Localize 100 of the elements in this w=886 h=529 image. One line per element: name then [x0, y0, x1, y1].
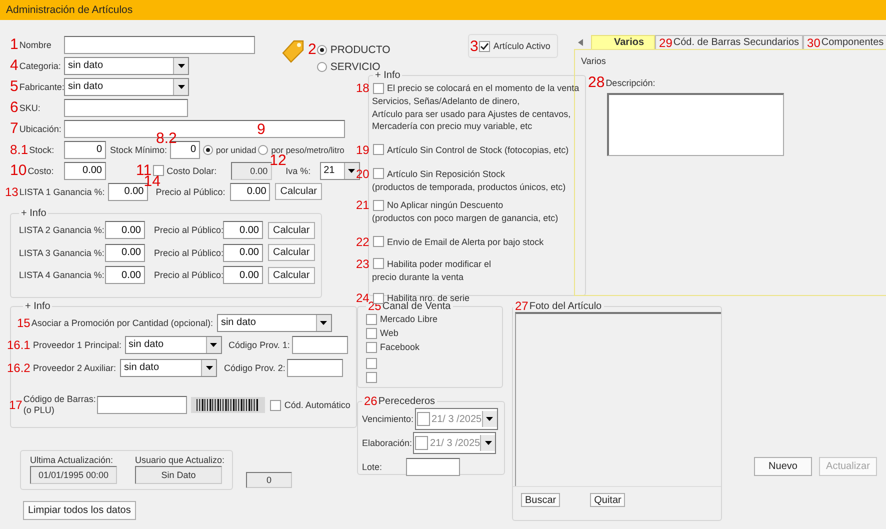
checkbox[interactable]: [373, 200, 384, 210]
checkbox[interactable]: [415, 436, 428, 450]
field-label: Proveedor 1 Principal:: [33, 340, 122, 350]
clear-all-button[interactable]: Limpiar todos los datos: [23, 501, 136, 520]
checkbox[interactable]: [366, 328, 377, 338]
annotation-number: 16.2: [7, 362, 32, 374]
caret-icon: [178, 84, 184, 88]
field-label: Stock Mínimo:: [110, 144, 168, 154]
radio-button[interactable]: [317, 44, 328, 54]
field-label: Costo:: [28, 166, 54, 176]
annotation-number: 16.1: [7, 338, 32, 350]
annotation-number: 23: [356, 258, 370, 270]
field-label: LISTA 2 Ganancia %:: [19, 225, 105, 236]
sku-field[interactable]: [64, 98, 188, 116]
annotation-number: 1: [10, 37, 18, 52]
group-title: + Info: [375, 70, 400, 81]
radio-label: por unidad: [216, 144, 256, 154]
supplier-dropdown[interactable]: sin dato: [124, 336, 222, 354]
caret-icon: [348, 168, 356, 172]
field-label: Usuario que Actualizo:: [135, 455, 222, 465]
checkbox[interactable]: [373, 168, 384, 179]
category-dropdown[interactable]: sin dato: [64, 56, 189, 74]
supplier-code-field[interactable]: [292, 336, 348, 354]
tab[interactable]: Varios: [591, 35, 656, 49]
panel-title: Varios: [581, 56, 606, 66]
action-button[interactable]: Nuevo: [754, 457, 812, 476]
annotation-number: 6: [10, 100, 18, 115]
calculate-button[interactable]: Calcular: [268, 222, 315, 239]
promotion-dropdown[interactable]: sin dato: [216, 314, 332, 332]
checkbox[interactable]: [373, 144, 384, 155]
field-label: LISTA 3 Ganancia %:: [19, 248, 105, 258]
price-field[interactable]: 0.00: [223, 221, 263, 240]
supplier-dropdown[interactable]: sin dato: [120, 358, 217, 376]
supplier-code-field[interactable]: [287, 358, 343, 376]
barcode-field[interactable]: [97, 396, 188, 414]
annotation-number: 10: [10, 163, 27, 178]
checkbox[interactable]: [479, 40, 490, 52]
checkbox[interactable]: [416, 412, 430, 426]
field-label: Categoria:: [19, 60, 61, 70]
annotation-number: 27: [515, 300, 528, 312]
date-value: 21/ 3 /2025: [430, 438, 480, 448]
checkbox[interactable]: [366, 358, 377, 368]
barcode-icon: [191, 397, 266, 413]
option-note: (productos de temporada, productos únicos, etc): [372, 180, 567, 193]
group-title: + Info: [21, 208, 46, 219]
batch-field[interactable]: [406, 458, 460, 476]
tab[interactable]: 29Cód. de Barras Secundarios: [655, 35, 804, 49]
date-picker[interactable]: 21/ 3 /2025: [414, 408, 498, 430]
checkbox[interactable]: [270, 400, 282, 410]
radio-button[interactable]: [258, 144, 268, 154]
price-field[interactable]: 0.00: [223, 244, 263, 262]
checkbox-label: No Aplicar ningún Descuento: [387, 200, 504, 210]
checkbox-label: Mercado Libre: [380, 314, 438, 324]
option-note: Artículo para ser usado para Ajustes de centavos,: [372, 108, 572, 120]
date-picker[interactable]: 21/ 3 /2025: [413, 432, 496, 454]
price-field[interactable]: 0.00: [230, 182, 270, 200]
manufacturer-dropdown[interactable]: sin dato: [64, 78, 189, 96]
annotation-number: 8.1: [10, 143, 28, 156]
caret-icon: [206, 366, 212, 370]
margin-field[interactable]: 0.00: [105, 266, 145, 284]
scroll-left-icon[interactable]: [578, 39, 583, 46]
field-label: Asociar a Promoción por Cantidad (opcional):: [31, 318, 213, 328]
field-label: Elaboración:: [362, 438, 412, 448]
tab[interactable]: 30Componentes: [803, 35, 886, 49]
radio-button[interactable]: [203, 144, 214, 154]
field-label: Vencimiento:: [362, 414, 414, 424]
margin-field[interactable]: 0.00: [105, 244, 145, 262]
calculate-button[interactable]: Calcular: [268, 266, 315, 284]
calculate-button[interactable]: Calcular: [275, 183, 322, 200]
checkbox[interactable]: [373, 236, 384, 247]
radio-button[interactable]: [317, 62, 328, 72]
name-field[interactable]: [64, 36, 255, 54]
field-label: Ultima Actualización:: [30, 455, 114, 465]
checkbox[interactable]: [373, 258, 384, 269]
field-label: Proveedor 2 Auxiliar:: [33, 362, 117, 372]
photo-button[interactable]: Buscar: [521, 493, 560, 507]
field-label: Código Prov. 2:: [224, 362, 286, 372]
annotation-number: 22: [356, 236, 370, 248]
calculate-button[interactable]: Calcular: [268, 244, 315, 262]
stock-field[interactable]: 0: [64, 140, 106, 158]
description-field[interactable]: [607, 93, 784, 156]
field-label: Código de Barras:: [23, 394, 97, 405]
date-value: 21/ 3 /2025: [432, 414, 482, 424]
annotation-number: 26: [364, 395, 378, 407]
checkbox[interactable]: [373, 292, 384, 304]
counter-field: 0: [246, 472, 292, 488]
checkbox[interactable]: [366, 342, 377, 352]
checkbox[interactable]: [366, 372, 377, 382]
checkbox-label: Habilita nro. de serie: [387, 293, 470, 303]
checkbox[interactable]: [152, 165, 164, 176]
photo-button[interactable]: Quitar: [590, 493, 626, 507]
price-field[interactable]: 0.00: [223, 266, 263, 284]
margin-field[interactable]: 0.00: [105, 221, 145, 240]
cost-field[interactable]: 0.00: [64, 162, 106, 180]
checkbox[interactable]: [373, 82, 384, 94]
checkbox-label: Envio de Email de Alerta por bajo stock: [387, 236, 544, 246]
checkbox[interactable]: [366, 314, 377, 324]
tag-icon: [280, 38, 306, 64]
caret-icon: [210, 342, 218, 346]
annotation-number: 17: [9, 399, 22, 411]
